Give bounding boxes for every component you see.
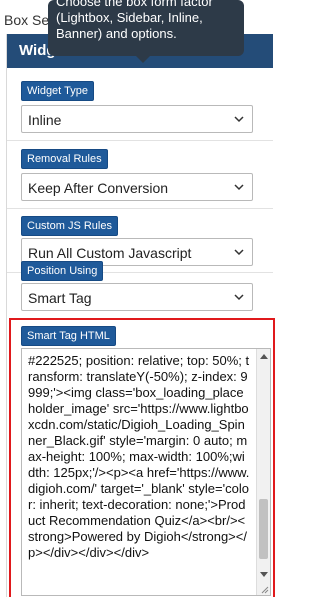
position-using-field: Position Using Smart Tag [21, 261, 253, 321]
custom-js-rules-value: Run All Custom Javascript [28, 245, 192, 261]
position-using-select[interactable]: Smart Tag [21, 283, 253, 311]
smart-tag-html-label: Smart Tag HTML [21, 326, 116, 346]
removal-rules-select[interactable]: Keep After Conversion [21, 173, 253, 201]
scroll-down-arrow-icon[interactable] [260, 572, 268, 577]
tooltip: Choose the box form factor (Lightbox, Si… [48, 0, 244, 63]
custom-js-rules-label: Custom JS Rules [21, 216, 118, 236]
chevron-down-icon [234, 294, 244, 301]
tooltip-arrow [136, 56, 150, 63]
removal-rules-field: Removal Rules Keep After Conversion [21, 149, 253, 209]
divider [7, 140, 273, 141]
scroll-thumb[interactable] [259, 499, 268, 559]
chevron-down-icon [234, 249, 244, 256]
widget-type-select[interactable]: Inline [21, 105, 253, 133]
widget-type-field: Widget Type Inline [21, 81, 253, 141]
smart-tag-html-section: Smart Tag HTML #222525; position: relati… [9, 318, 275, 597]
chevron-down-icon [234, 116, 244, 123]
widget-type-value: Inline [28, 112, 62, 128]
chevron-down-icon [234, 184, 244, 191]
smart-tag-html-textarea[interactable]: #222525; position: relative; top: 50%; t… [21, 348, 271, 596]
removal-rules-label: Removal Rules [21, 149, 108, 169]
scroll-up-arrow-icon[interactable] [260, 354, 268, 359]
widget-type-label: Widget Type [21, 81, 94, 101]
smart-tag-html-code: #222525; position: relative; top: 50%; t… [28, 353, 250, 560]
position-using-value: Smart Tag [28, 290, 92, 306]
textarea-scrollbar[interactable] [256, 349, 270, 595]
position-using-label: Position Using [21, 261, 104, 281]
divider [7, 208, 273, 209]
resize-grip-icon[interactable] [259, 584, 269, 594]
removal-rules-value: Keep After Conversion [28, 180, 169, 196]
tooltip-text: Choose the box form factor (Lightbox, Si… [56, 0, 213, 41]
